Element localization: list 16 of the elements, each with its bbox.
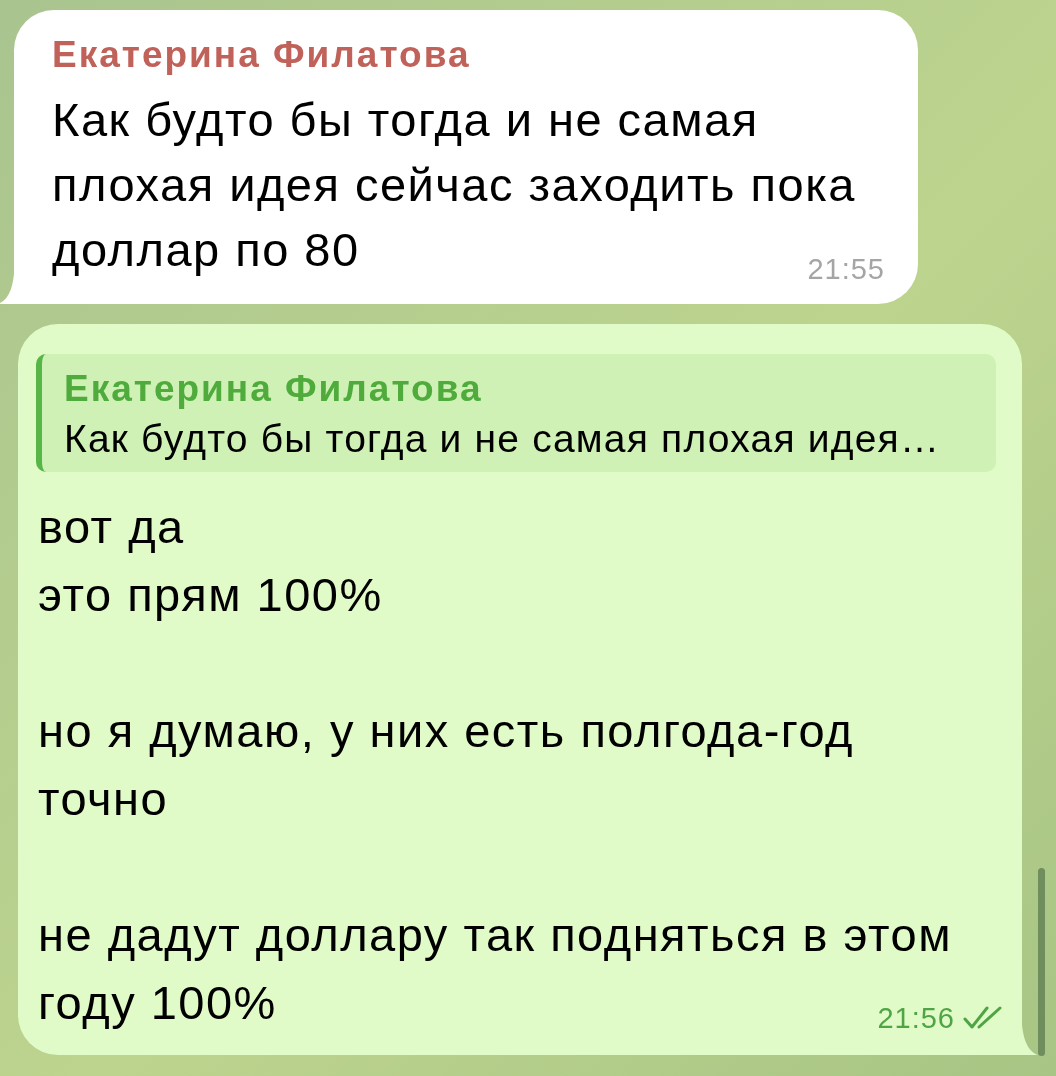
message-text: вот да [38, 499, 185, 555]
message-time: 21:56 [877, 1001, 955, 1036]
message-text: Как будто бы тогда и не самая [52, 92, 759, 148]
message-text: но я думаю, у них есть полгода-год [38, 703, 854, 759]
message-text: плохая идея сейчас заходить пока [52, 157, 856, 213]
sender-name: Екатерина Филатова [52, 33, 472, 77]
message-text: году 100% [38, 975, 277, 1031]
message-text: доллар по 80 [52, 222, 360, 278]
message-time: 21:55 [807, 257, 885, 281]
message-text: не дадут доллару так подняться в этом [38, 907, 952, 963]
reply-quote[interactable]: Екатерина Филатова Как будто бы тогда и не самая плохая идея… [36, 354, 996, 472]
scrollbar[interactable] [1038, 868, 1045, 1056]
message-text: точно [38, 771, 169, 827]
reply-sender-name: Екатерина Филатова [64, 367, 484, 411]
message-text: это прям 100% [38, 567, 383, 623]
reply-preview-text: Как будто бы тогда и не самая плохая идея… [64, 416, 942, 462]
